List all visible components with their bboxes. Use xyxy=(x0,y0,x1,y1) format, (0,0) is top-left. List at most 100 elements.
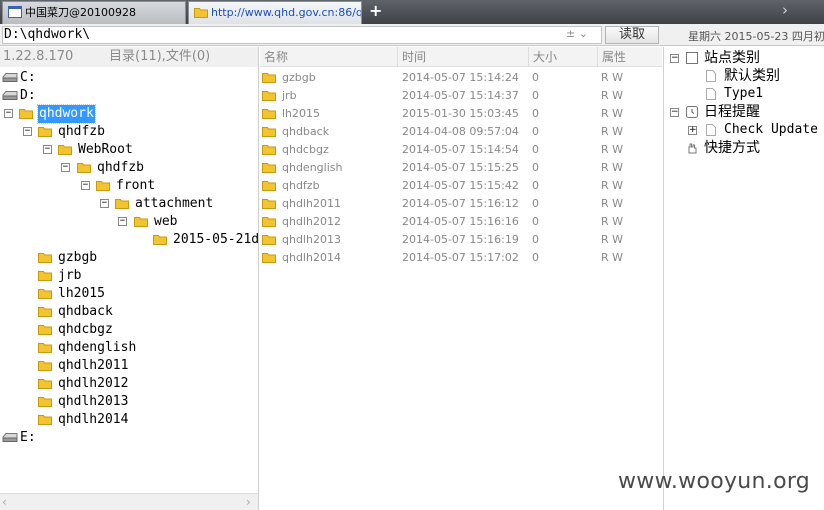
file-row[interactable]: lh2015 2015-01-30 15:03:45 0 R W xyxy=(260,105,662,123)
folder-icon xyxy=(262,73,276,83)
tree-node-jrb[interactable]: jrb xyxy=(0,267,140,285)
new-tab-button[interactable]: + xyxy=(369,2,382,20)
scroll-left-icon[interactable]: ‹ xyxy=(2,495,7,509)
tab-label: http://www.qhd.gov.cn:86/q... xyxy=(211,6,362,19)
column-attr[interactable]: 属性 xyxy=(598,47,662,67)
tree-node-drive-c[interactable]: C: xyxy=(0,69,120,87)
file-size: 0 xyxy=(532,179,539,192)
scroll-right-icon[interactable]: › xyxy=(246,495,251,509)
file-time: 2014-05-07 15:15:25 xyxy=(402,161,519,174)
tree-node-qhdback[interactable]: qhdback xyxy=(0,303,140,321)
file-name: qhdback xyxy=(282,125,330,138)
folder-icon xyxy=(262,163,276,173)
tree-label: Check Update xyxy=(724,122,818,137)
tree-node-drive-d[interactable]: D: xyxy=(0,87,120,105)
expand-icon[interactable]: + xyxy=(688,126,697,135)
tree-node-drive-e[interactable]: E: xyxy=(0,429,120,447)
folder-icon xyxy=(38,253,52,263)
folder-icon xyxy=(38,415,52,425)
column-name[interactable]: 名称 xyxy=(260,47,398,67)
file-row[interactable]: qhdfzb 2014-05-07 15:15:42 0 R W xyxy=(260,177,662,195)
tree-node-qhdlh2014[interactable]: qhdlh2014 xyxy=(0,411,160,429)
site-panel: − 站点类别 默认类别 Type1 − 日程提醒 + Check Update xyxy=(663,47,824,510)
file-name: qhdcbgz xyxy=(282,143,329,156)
read-button[interactable]: 读取 xyxy=(605,26,659,44)
file-attr: R W xyxy=(601,233,624,246)
file-time: 2014-04-08 09:57:04 xyxy=(402,125,519,138)
file-row[interactable]: qhdback 2014-04-08 09:57:04 0 R W xyxy=(260,123,662,141)
collapse-icon[interactable]: − xyxy=(100,199,109,208)
tree-node-qhdfzb[interactable]: − qhdfzb xyxy=(0,123,140,141)
tree-node-qhdlh2013[interactable]: qhdlh2013 xyxy=(0,393,160,411)
file-name: qhdlh2011 xyxy=(282,197,341,210)
tree-node-qhdenglish[interactable]: qhdenglish xyxy=(0,339,160,357)
tree-node-qhdwork[interactable]: − qhdwork xyxy=(0,104,140,124)
window-icon xyxy=(8,6,22,18)
path-input[interactable]: D:\qhdwork\ xyxy=(2,26,602,44)
collapse-icon[interactable]: − xyxy=(23,127,32,136)
tree-label: attachment xyxy=(135,196,214,211)
tree-label: WebRoot xyxy=(78,142,133,157)
collapse-icon[interactable]: − xyxy=(670,54,679,63)
tree-label: lh2015 xyxy=(58,286,105,301)
collapse-icon[interactable]: − xyxy=(61,163,70,172)
tree-node-qhdlh2011[interactable]: qhdlh2011 xyxy=(0,357,160,375)
column-time[interactable]: 时间 xyxy=(398,47,529,67)
tree-node-shortcuts[interactable]: 快捷方式 xyxy=(664,139,824,157)
column-size[interactable]: 大小 xyxy=(529,47,598,67)
tree-node-attachment[interactable]: − attachment xyxy=(0,195,230,213)
folder-icon xyxy=(115,199,129,209)
collapse-icon[interactable]: − xyxy=(118,217,127,226)
file-time: 2014-05-07 15:14:24 xyxy=(402,71,519,84)
file-row[interactable]: gzbgb 2014-05-07 15:14:24 0 R W xyxy=(260,69,662,87)
file-name: qhdlh2013 xyxy=(282,233,341,246)
collapse-icon[interactable]: − xyxy=(81,181,90,190)
tree-node-check-update[interactable]: + Check Update xyxy=(664,121,824,139)
folder-icon xyxy=(262,181,276,191)
tree-node-qhdcbgz[interactable]: qhdcbgz xyxy=(0,321,140,339)
tree-label: qhdlh2011 xyxy=(58,358,129,373)
file-row[interactable]: qhdcbgz 2014-05-07 15:14:54 0 R W xyxy=(260,141,662,159)
tree-node-schedule[interactable]: − 日程提醒 xyxy=(664,103,824,121)
file-row[interactable]: jrb 2014-05-07 15:14:37 0 R W xyxy=(260,87,662,105)
file-row[interactable]: qhdlh2013 2014-05-07 15:16:19 0 R W xyxy=(260,231,662,249)
tree-node-qhdlh2012[interactable]: qhdlh2012 xyxy=(0,375,160,393)
date-display: 星期六 2015-05-23 四月初六 xyxy=(688,30,824,43)
tree-label: front xyxy=(116,178,156,193)
file-row[interactable]: qhdlh2011 2014-05-07 15:16:12 0 R W xyxy=(260,195,662,213)
tree-node-gzbgb[interactable]: gzbgb xyxy=(0,249,140,267)
tree-label: qhdfzb xyxy=(58,124,105,139)
tab-caidao[interactable]: 中国菜刀@20100928 xyxy=(2,1,186,24)
horizontal-scrollbar[interactable]: ‹ › xyxy=(0,493,258,510)
tree-node-date-folder[interactable]: 2015-05-21d xyxy=(0,231,259,249)
tree-node-default-category[interactable]: 默认类别 xyxy=(664,67,824,85)
tree-label: qhdback xyxy=(58,304,113,319)
file-size: 0 xyxy=(532,251,539,264)
tree-node-front[interactable]: − front xyxy=(0,177,180,195)
collapse-icon[interactable]: − xyxy=(4,109,13,118)
tree-node-type1[interactable]: Type1 xyxy=(664,85,824,103)
tree-node-web[interactable]: − web xyxy=(0,213,200,231)
tree-node-site-category[interactable]: − 站点类别 xyxy=(664,49,824,67)
file-row[interactable]: qhdenglish 2014-05-07 15:15:25 0 R W xyxy=(260,159,662,177)
file-row[interactable]: qhdlh2014 2014-05-07 15:17:02 0 R W xyxy=(260,249,662,267)
tree-node-webroot[interactable]: − WebRoot xyxy=(0,141,160,159)
folder-icon xyxy=(262,127,276,137)
file-size: 0 xyxy=(532,143,539,156)
collapse-icon[interactable]: − xyxy=(670,108,679,117)
tree-label: D: xyxy=(20,88,36,103)
tree-label: 2015-05-21d xyxy=(173,232,259,247)
chevron-right-icon[interactable]: › xyxy=(782,1,788,19)
collapse-icon[interactable]: − xyxy=(43,145,52,154)
tree-node-qhdfzb-inner[interactable]: − qhdfzb xyxy=(0,159,180,177)
file-attr: R W xyxy=(601,179,624,192)
file-row[interactable]: qhdlh2012 2014-05-07 15:16:16 0 R W xyxy=(260,213,662,231)
tab-url[interactable]: http://www.qhd.gov.cn:86/q... xyxy=(188,1,362,24)
file-name: lh2015 xyxy=(282,107,321,120)
folder-icon xyxy=(58,145,72,155)
path-dropdown[interactable]: ± ⌄ xyxy=(566,27,602,43)
file-name: qhdlh2014 xyxy=(282,251,341,264)
file-name: qhdenglish xyxy=(282,161,343,174)
tree-node-lh2015[interactable]: lh2015 xyxy=(0,285,140,303)
folder-icon xyxy=(77,163,91,173)
